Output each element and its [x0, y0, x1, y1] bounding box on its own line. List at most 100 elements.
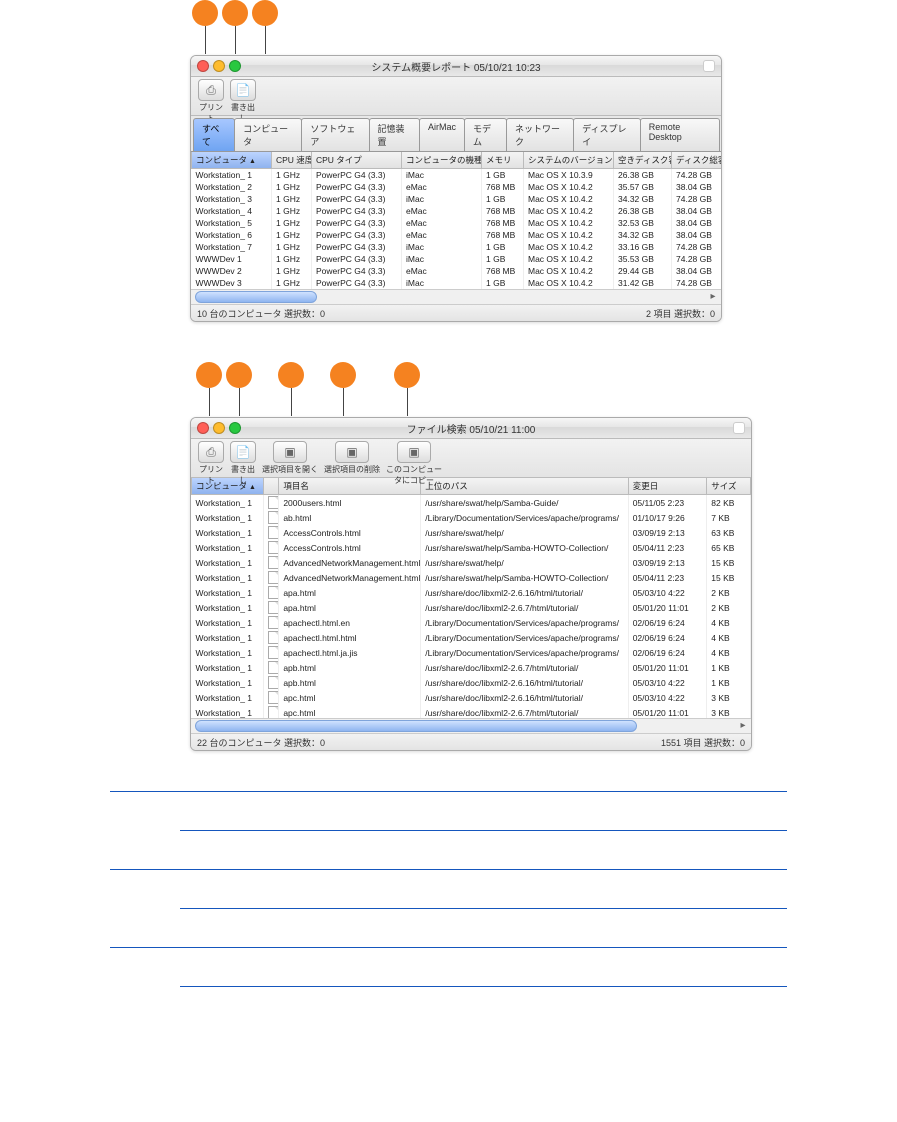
table-row[interactable]: WWWDev 11 GHzPowerPC G4 (3.3)iMac1 GBMac… [192, 253, 722, 265]
table-row[interactable]: Workstation_ 1AccessControls.html/usr/sh… [192, 525, 751, 540]
table-row[interactable]: Workstation_ 1apachectl.html.en/Library/… [192, 615, 751, 630]
cell: PowerPC G4 (3.3) [312, 241, 402, 253]
callout-dot [278, 362, 304, 388]
cell: 38.04 GB [672, 217, 722, 229]
table-row[interactable]: Workstation_ 1AdvancedNetworkManagement.… [192, 570, 751, 585]
tab-0[interactable]: すべて [193, 118, 235, 151]
cell: apb.html [279, 660, 421, 675]
column-header[interactable]: メモリ [482, 152, 524, 169]
table-row[interactable]: Workstation_ 1apc.html/usr/share/doc/lib… [192, 705, 751, 718]
cell: ab.html [279, 510, 421, 525]
table-row[interactable]: Workstation_ 1apachectl.html.html/Librar… [192, 630, 751, 645]
table-row[interactable]: Workstation_ 11 GHzPowerPC G4 (3.3)iMac1… [192, 169, 722, 182]
cell: Mac OS X 10.3.9 [524, 169, 614, 182]
column-header[interactable]: コンピュータ▲ [192, 478, 264, 495]
scroll-right-icon[interactable]: ▸ [707, 291, 719, 303]
cell: /usr/share/doc/libxml2-2.6.16/html/tutor… [421, 675, 628, 690]
scrollbar-thumb[interactable] [195, 720, 637, 732]
cell: 05/01/20 11:01 [628, 705, 707, 718]
guide-rules [110, 791, 787, 987]
table-row[interactable]: Workstation_ 1apc.html/usr/share/doc/lib… [192, 690, 751, 705]
cell: /usr/share/doc/libxml2-2.6.7/html/tutori… [421, 660, 628, 675]
table-row[interactable]: Workstation_ 1apa.html/usr/share/doc/lib… [192, 585, 751, 600]
file-search-window: ファイル検索 05/10/21 11:00 ⎙プリント📄書き出し▣選択項目を開く… [190, 417, 752, 751]
cell: eMac [402, 265, 482, 277]
column-header[interactable]: CPU 速度 [272, 152, 312, 169]
table-row[interactable]: Workstation_ 1AdvancedNetworkManagement.… [192, 555, 751, 570]
table-row[interactable]: Workstation_ 1apachectl.html.ja.jis/Libr… [192, 645, 751, 660]
column-header[interactable]: コンピュータの機種 [402, 152, 482, 169]
table-row[interactable]: WWWDev 21 GHzPowerPC G4 (3.3)eMac768 MBM… [192, 265, 722, 277]
report-table-scroll[interactable]: コンピュータ▲CPU 速度CPU タイプコンピュータの機種メモリシステムのバージ… [191, 152, 721, 289]
scroll-right-icon[interactable]: ▸ [737, 720, 749, 732]
column-header[interactable]: サイズ [707, 478, 751, 495]
toolbar-icon: ⎙ [198, 79, 224, 101]
tab-1[interactable]: コンピュータ [234, 118, 302, 151]
table-row[interactable]: Workstation_ 12000users.html/usr/share/s… [192, 495, 751, 511]
table-row[interactable]: Workstation_ 21 GHzPowerPC G4 (3.3)eMac7… [192, 181, 722, 193]
file-table-scroll[interactable]: コンピュータ▲項目名上位のパス変更日サイズWorkstation_ 12000u… [191, 478, 751, 718]
table-row[interactable]: Workstation_ 41 GHzPowerPC G4 (3.3)eMac7… [192, 205, 722, 217]
cell: Workstation_ 1 [192, 585, 264, 600]
column-header[interactable]: 空きディスク容量 [614, 152, 672, 169]
titlebar[interactable]: ファイル検索 05/10/21 11:00 [191, 418, 751, 439]
column-header[interactable]: システムのバージョン [524, 152, 614, 169]
column-header[interactable] [264, 478, 279, 495]
cell: 3 KB [707, 705, 751, 718]
cell: 05/01/20 11:01 [628, 660, 707, 675]
horizontal-scrollbar[interactable]: ▸ [191, 718, 751, 733]
tab-4[interactable]: AirMac [419, 118, 465, 151]
tab-3[interactable]: 記憶装置 [369, 118, 420, 151]
cell: PowerPC G4 (3.3) [312, 265, 402, 277]
column-header[interactable]: 上位のパス [421, 478, 628, 495]
toolbar-icon: ⎙ [198, 441, 224, 463]
table-row[interactable]: Workstation_ 31 GHzPowerPC G4 (3.3)iMac1… [192, 193, 722, 205]
tab-5[interactable]: モデム [464, 118, 507, 151]
table-row[interactable]: Workstation_ 1apb.html/usr/share/doc/lib… [192, 660, 751, 675]
scrollbar-thumb[interactable] [195, 291, 317, 303]
tab-2[interactable]: ソフトウェア [301, 118, 369, 151]
column-header[interactable]: ディスク総容量 [672, 152, 722, 169]
column-header[interactable]: コンピュータ▲ [192, 152, 272, 169]
table-row[interactable]: Workstation_ 1apb.html/usr/share/doc/lib… [192, 675, 751, 690]
cell: /usr/share/swat/help/ [421, 555, 628, 570]
table-row[interactable]: WWWDev 31 GHzPowerPC G4 (3.3)iMac1 GBMac… [192, 277, 722, 289]
column-header[interactable]: CPU タイプ [312, 152, 402, 169]
tab-6[interactable]: ネットワーク [506, 118, 574, 151]
cell: 1 GHz [272, 277, 312, 289]
cell: Workstation_ 1 [192, 675, 264, 690]
cell: 34.32 GB [614, 193, 672, 205]
cell: Workstation_ 6 [192, 229, 272, 241]
cell: 01/10/17 9:26 [628, 510, 707, 525]
table-row[interactable]: Workstation_ 1ab.html/Library/Documentat… [192, 510, 751, 525]
table-row[interactable]: Workstation_ 1apa.html/usr/share/doc/lib… [192, 600, 751, 615]
tab-7[interactable]: ディスプレイ [573, 118, 641, 151]
table-row[interactable]: Workstation_ 61 GHzPowerPC G4 (3.3)eMac7… [192, 229, 722, 241]
cell: Workstation_ 1 [192, 495, 264, 511]
open-selection-button[interactable]: ▣選択項目を開く [261, 441, 319, 475]
cell: 03/09/19 2:13 [628, 555, 707, 570]
table-row[interactable]: Workstation_ 51 GHzPowerPC G4 (3.3)eMac7… [192, 217, 722, 229]
cell [264, 645, 279, 660]
cell: /Library/Documentation/Services/apache/p… [421, 645, 628, 660]
horizontal-scrollbar[interactable]: ▸ [191, 289, 721, 304]
file-icon [268, 556, 279, 569]
cell: apa.html [279, 585, 421, 600]
cell: 05/11/05 2:23 [628, 495, 707, 511]
table-row[interactable]: Workstation_ 1AccessControls.html/usr/sh… [192, 540, 751, 555]
titlebar[interactable]: システム概要レポート 05/10/21 10:23 [191, 56, 721, 77]
cell [264, 540, 279, 555]
cell: Workstation_ 1 [192, 540, 264, 555]
cell: 3 KB [707, 690, 751, 705]
delete-selection-button[interactable]: ▣選択項目の削除 [323, 441, 381, 475]
cell: 05/04/11 2:23 [628, 540, 707, 555]
table-row[interactable]: Workstation_ 71 GHzPowerPC G4 (3.3)iMac1… [192, 241, 722, 253]
cell: Mac OS X 10.4.2 [524, 229, 614, 241]
cell: 65 KB [707, 540, 751, 555]
file-icon [268, 661, 279, 674]
column-header[interactable]: 変更日 [628, 478, 707, 495]
tab-8[interactable]: Remote Desktop [640, 118, 720, 151]
cell [264, 630, 279, 645]
cell: 33.16 GB [614, 241, 672, 253]
cell [264, 675, 279, 690]
